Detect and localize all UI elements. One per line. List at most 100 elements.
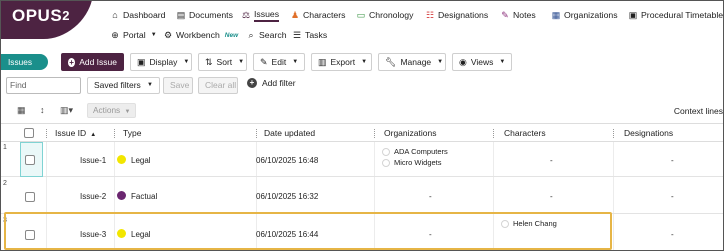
pencil-icon: ✎: [260, 56, 268, 67]
nav-tasks[interactable]: ☰ Tasks: [292, 28, 327, 42]
search-icon: ⌕: [248, 29, 254, 40]
designations-cell[interactable]: -: [671, 192, 674, 201]
nav-designations[interactable]: ☷ Designations: [425, 8, 488, 22]
column-separator: [374, 129, 375, 138]
grid-icon[interactable]: ▦: [17, 105, 26, 116]
column-header-characters[interactable]: Characters: [504, 124, 546, 142]
nav-chronology[interactable]: ▭ Chronology: [356, 8, 414, 22]
chevron-down-icon: ▼: [499, 59, 506, 65]
views-button[interactable]: ◉ Views ▼: [452, 53, 512, 71]
display-icon: ▣: [137, 56, 146, 67]
organizations-cell[interactable]: ADA Computers Micro Widgets: [382, 146, 448, 168]
type-cell[interactable]: Factual: [117, 191, 157, 201]
table-row[interactable]: 1: [1, 142, 723, 177]
issue-id-cell[interactable]: Issue-2: [80, 192, 106, 201]
characters-icon: ♟: [290, 9, 300, 20]
app-logo[interactable]: OPUS2: [1, 1, 101, 39]
edit-button[interactable]: ✎ Edit ▼: [253, 53, 305, 71]
nav-procedural-timetable[interactable]: ▣ Procedural Timetable: [628, 8, 723, 22]
organization-chip[interactable]: ADA Computers: [382, 146, 448, 157]
column-header-issue-id[interactable]: Issue ID ▲: [55, 124, 96, 142]
add-filter-button[interactable]: + Add filter: [247, 78, 296, 88]
organizations-cell[interactable]: -: [429, 192, 432, 201]
table-header: Issue ID ▲ Type Date updated Organization…: [1, 123, 723, 142]
column-separator: [114, 129, 115, 138]
issue-id-cell[interactable]: Issue-3: [80, 230, 106, 239]
columns-icon[interactable]: ▥▾: [60, 105, 73, 116]
find-input[interactable]: Find: [6, 77, 81, 94]
nav-notes[interactable]: ✎ Notes: [500, 8, 535, 22]
eye-icon: ◉: [459, 56, 467, 67]
org-avatar-icon: [382, 147, 390, 156]
plus-icon: +: [68, 57, 76, 67]
top-nav: ⌂ Dashboard ▤ Documents ⚖ Issues ♟ Chara…: [110, 1, 723, 51]
organization-chip[interactable]: Micro Widgets: [382, 157, 448, 168]
chevron-down-icon: ▼: [124, 109, 131, 115]
export-button[interactable]: ▥ Export ▼: [311, 53, 372, 71]
clear-all-button[interactable]: Clear all: [198, 77, 238, 94]
column-header-organizations[interactable]: Organizations: [384, 124, 436, 142]
date-updated-cell[interactable]: 06/10/2025 16:32: [256, 192, 318, 201]
characters-cell[interactable]: -: [550, 156, 553, 165]
add-issue-button[interactable]: + Add Issue: [61, 53, 124, 71]
documents-icon: ▤: [176, 9, 186, 20]
nav-documents[interactable]: ▤ Documents: [176, 8, 233, 22]
wrench-icon: 🔧︎: [385, 56, 397, 67]
date-updated-cell[interactable]: 06/10/2025 16:44: [256, 230, 318, 239]
nav-dashboard[interactable]: ⌂ Dashboard: [110, 8, 165, 22]
designations-cell[interactable]: -: [671, 156, 674, 165]
context-lines-label[interactable]: Context lines: [674, 106, 723, 116]
characters-cell[interactable]: -: [550, 192, 553, 201]
issues-section-tab[interactable]: Issues: [1, 54, 48, 70]
chevron-down-icon: ▼: [150, 32, 157, 38]
type-cell[interactable]: Legal: [117, 155, 151, 165]
designations-cell[interactable]: -: [671, 230, 674, 239]
workbench-icon: ⚙: [163, 29, 173, 40]
column-header-designations[interactable]: Designations: [624, 124, 673, 142]
table-row[interactable]: 3: [1, 215, 723, 250]
nav-portal[interactable]: ⊕ Portal ▼: [110, 28, 157, 42]
home-icon: ⌂: [112, 9, 118, 20]
saved-filters-dropdown[interactable]: Saved filters ▼: [87, 77, 160, 94]
nav-search[interactable]: ⌕ Search: [246, 28, 286, 42]
character-chip[interactable]: Helen Chang: [501, 218, 557, 229]
nav-workbench[interactable]: ⚙ Workbench New: [163, 28, 238, 42]
actions-dropdown[interactable]: Actions ▼: [87, 103, 137, 118]
table-row[interactable]: 2: [1, 178, 723, 214]
nav-characters[interactable]: ♟ Characters: [290, 8, 346, 22]
date-updated-cell[interactable]: 06/10/2025 16:48: [256, 156, 318, 165]
sort-button[interactable]: ⇅ Sort ▼: [198, 53, 247, 71]
type-color-dot: [117, 229, 126, 238]
nav-organizations[interactable]: ▦ Organizations: [551, 8, 618, 22]
sort-ascending-icon: ▲: [90, 132, 97, 138]
column-separator: [46, 129, 47, 138]
row-number: 1: [3, 144, 7, 151]
organizations-cell[interactable]: -: [429, 230, 432, 239]
issue-id-cell[interactable]: Issue-1: [80, 156, 106, 165]
chevron-down-icon: ▼: [437, 59, 444, 65]
type-cell[interactable]: Legal: [117, 229, 151, 239]
column-separator: [493, 129, 494, 138]
notes-icon: ✎: [501, 9, 509, 20]
sort-icon: ⇅: [205, 56, 213, 67]
display-button[interactable]: ▣ Display ▼: [130, 53, 192, 71]
select-all-checkbox[interactable]: [24, 128, 34, 138]
chevron-down-icon: ▼: [183, 59, 190, 65]
column-header-date-updated[interactable]: Date updated: [264, 124, 315, 142]
save-filter-button[interactable]: Save: [163, 77, 193, 94]
characters-cell[interactable]: Helen Chang: [501, 218, 557, 229]
manage-button[interactable]: 🔧︎ Manage ▼: [378, 53, 446, 71]
row-height-icon[interactable]: ↕: [40, 105, 45, 115]
chevron-down-icon: ▼: [147, 82, 153, 88]
row-checkbox[interactable]: [25, 230, 35, 240]
globe-icon: ⊕: [111, 29, 119, 40]
org-avatar-icon: [382, 158, 390, 167]
row-checkbox[interactable]: [25, 155, 35, 165]
chevron-down-icon: ▼: [238, 59, 245, 65]
tasks-icon: ☰: [292, 29, 302, 40]
column-header-type[interactable]: Type: [123, 124, 141, 142]
nav-issues[interactable]: ⚖ Issues: [241, 8, 280, 22]
row-checkbox[interactable]: [25, 192, 35, 202]
row-number: 2: [3, 180, 7, 187]
type-color-dot: [117, 155, 126, 164]
